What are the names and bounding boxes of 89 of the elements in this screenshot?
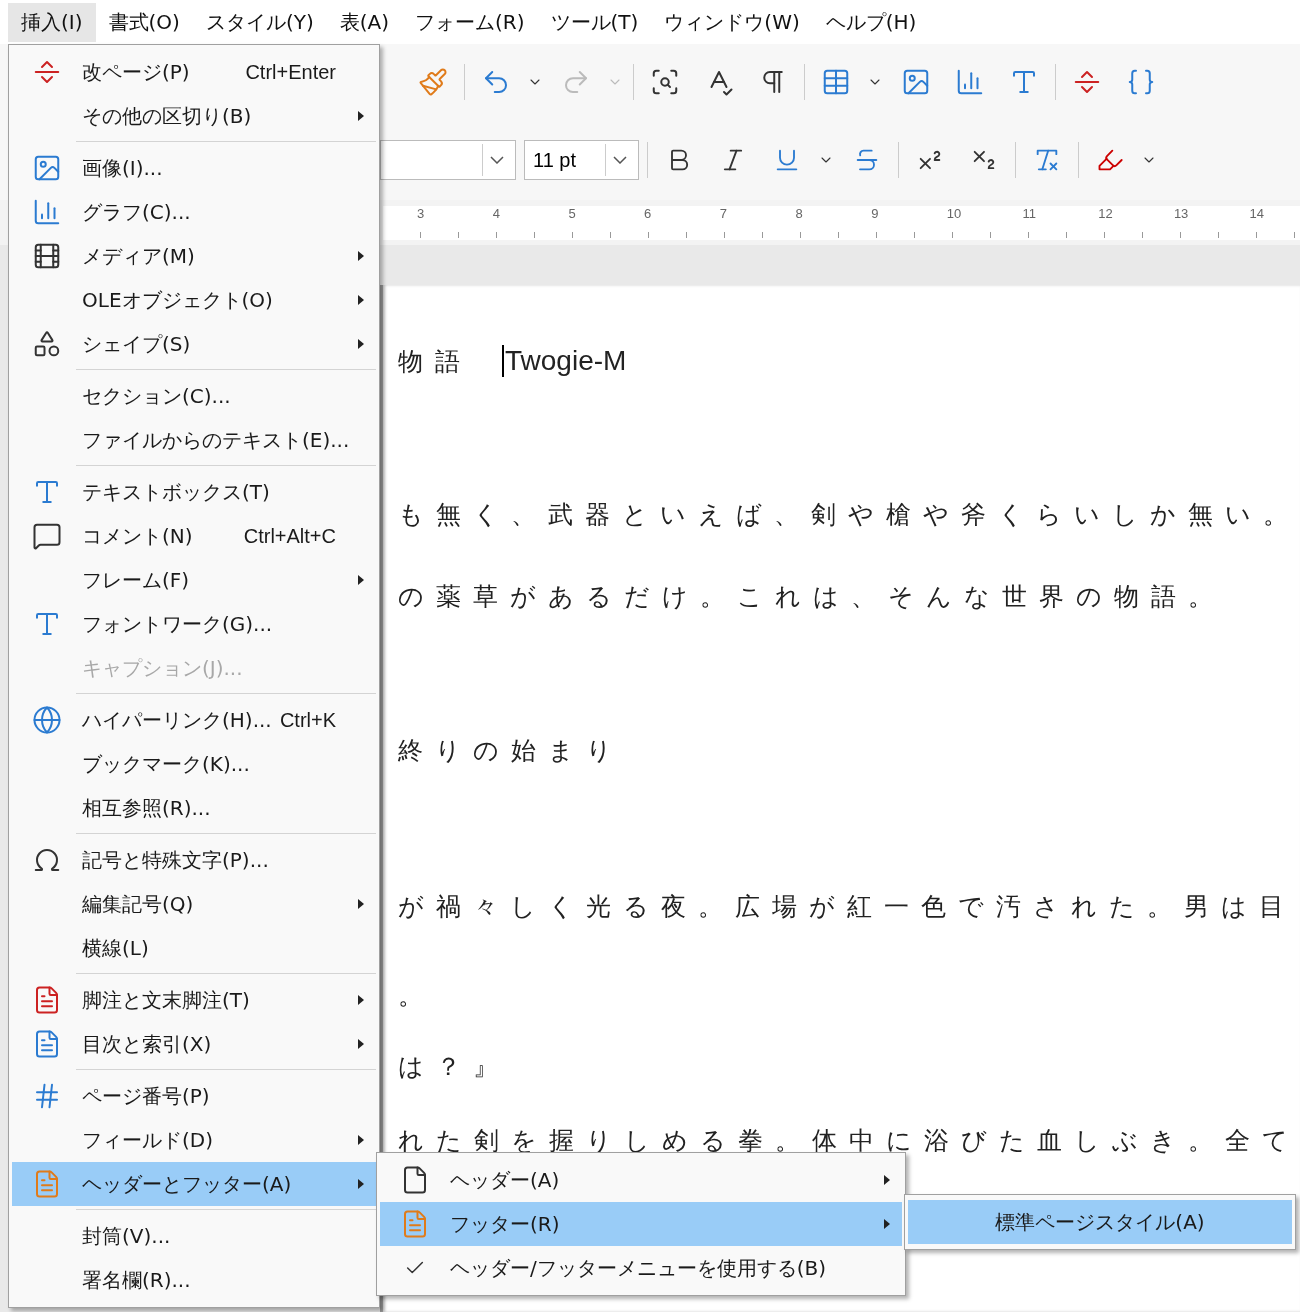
submenu-arrow-icon [358, 295, 364, 305]
menu-item[interactable]: 署名欄(R)... [12, 1258, 376, 1302]
film-icon [32, 241, 62, 271]
ruler-number: 14 [1249, 205, 1266, 221]
submenu-arrow-icon [358, 1179, 364, 1189]
menu-item[interactable]: 標準ページスタイル(A) [908, 1200, 1292, 1244]
submenu-arrow-icon [358, 1135, 364, 1145]
submenu-arrow-icon [358, 575, 364, 585]
image-icon [901, 67, 931, 97]
menu-bar-item[interactable]: フォーム(R) [402, 2, 538, 42]
menu-item[interactable]: その他の区切り(B) [12, 94, 376, 138]
shortcut-label: Ctrl+Alt+C [243, 524, 336, 548]
shortcut-label: Ctrl+K [279, 708, 336, 732]
caret-icon [613, 156, 627, 164]
submenu-arrow-icon [884, 1219, 890, 1229]
body-text: の薬草があるだけ。これは、そんな世界の物語。 [398, 581, 1226, 613]
ruler-number: 7 [719, 205, 728, 221]
caret-icon [490, 156, 504, 164]
submenu-arrow-icon [884, 1175, 890, 1185]
menu-item[interactable]: ブックマーク(K)... [12, 742, 376, 786]
menu-bar-item[interactable]: 書式(O) [95, 2, 193, 42]
author-name: Twogie-M [502, 345, 627, 377]
menu-item[interactable]: コメント(N) Ctrl+Alt+C [12, 514, 376, 558]
menu-item[interactable]: ファイルからのテキスト(E)... [12, 418, 376, 462]
menu-item[interactable]: セクション(C)... [12, 374, 376, 418]
table-icon [821, 67, 851, 97]
body-text: 終りの始まり [398, 735, 625, 767]
ruler-number: 11 [1022, 205, 1037, 221]
menu-item[interactable]: グラフ(C)... [12, 190, 376, 234]
menu-bar-item[interactable]: ウィンドウ(W) [651, 2, 813, 42]
menu-bar-item[interactable]: 表(A) [326, 2, 402, 42]
body-text: が禍々しく光る夜。広場が紅一色で汚された。男は目 [398, 891, 1297, 923]
menu-item[interactable]: ハイパーリンク(H)... Ctrl+K [12, 698, 376, 742]
comment-icon [32, 521, 62, 551]
search-icon [650, 67, 680, 97]
ruler-number: 9 [871, 205, 880, 221]
menu-item[interactable]: 相互参照(R)... [12, 786, 376, 830]
menu-item[interactable]: 改ページ(P) Ctrl+Enter [12, 50, 376, 94]
bar-chart-icon [955, 67, 985, 97]
ruler-number: 4 [492, 205, 501, 221]
menu-item[interactable]: ページ番号(P) [12, 1074, 376, 1118]
menu-bar-item[interactable]: ツール(T) [537, 2, 652, 42]
submenu-arrow-icon [358, 899, 364, 909]
menu-item[interactable]: ヘッダー(A) [380, 1158, 902, 1202]
body-text: は？』 [398, 1051, 511, 1083]
shapes-icon [32, 329, 62, 359]
menu-item[interactable]: フィールド(D) [12, 1118, 376, 1162]
menu-item[interactable]: 目次と索引(X) [12, 1022, 376, 1066]
shortcut-label: Ctrl+Enter [245, 60, 336, 84]
document-title: 物語 [398, 345, 472, 378]
menu-item[interactable]: OLEオブジェクト(O) [12, 278, 376, 322]
menu-item[interactable]: 記号と特殊文字(P)... [12, 838, 376, 882]
paintbrush-icon [418, 67, 448, 97]
menu-item[interactable]: シェイプ(S) [12, 322, 376, 366]
menu-item[interactable]: 脚注と文末脚注(T) [12, 978, 376, 1022]
menu-item[interactable]: フォントワーク(G)... [12, 602, 376, 646]
body-text: 。 [398, 980, 436, 1012]
ruler-number: 12 [1098, 205, 1114, 221]
font-size-field[interactable]: 11 pt [524, 140, 639, 180]
ruler-number: 13 [1173, 205, 1190, 221]
submenu-arrow-icon [358, 995, 364, 1005]
menu-item[interactable]: ヘッダーとフッター(A) [12, 1162, 376, 1206]
submenu-arrow-icon [358, 111, 364, 121]
body-text: も無く、武器といえば、剣や槍や斧くらいしか無い。 [398, 499, 1300, 531]
submenu-arrow-icon [358, 339, 364, 349]
submenu-arrow-icon [358, 251, 364, 261]
ruler-number: 5 [568, 205, 577, 221]
ruler-number: 8 [795, 205, 804, 221]
bar-chart-icon [32, 197, 62, 227]
menu-bar-item[interactable]: ヘルプ(H) [812, 2, 930, 42]
submenu-arrow-icon [358, 1039, 364, 1049]
menu-item[interactable]: フッター(R) [380, 1202, 902, 1246]
menu-item[interactable]: 封筒(V)... [12, 1214, 376, 1258]
ruler-number: 10 [946, 205, 963, 221]
image-icon [32, 153, 62, 183]
menu-item[interactable]: 横線(L) [12, 926, 376, 970]
menu-item[interactable]: フレーム(F) [12, 558, 376, 602]
braces-icon [1126, 67, 1156, 97]
menu-item[interactable]: 画像(I)... [12, 146, 376, 190]
menu-item[interactable]: メディア(M) [12, 234, 376, 278]
ruler-number: 3 [417, 205, 426, 221]
menu-bar-item[interactable]: 挿入(I) [8, 2, 96, 42]
menu-item[interactable]: ヘッダー/フッターメニューを使用する(B) [380, 1246, 902, 1290]
ruler-number: 6 [644, 205, 653, 221]
menu-item[interactable]: 編集記号(Q) [12, 882, 376, 926]
menu-item[interactable]: テキストボックス(T) [12, 470, 376, 514]
menu-bar-item[interactable]: スタイル(Y) [192, 2, 327, 42]
font-name-field[interactable] [380, 140, 516, 180]
globe-icon [32, 705, 62, 735]
